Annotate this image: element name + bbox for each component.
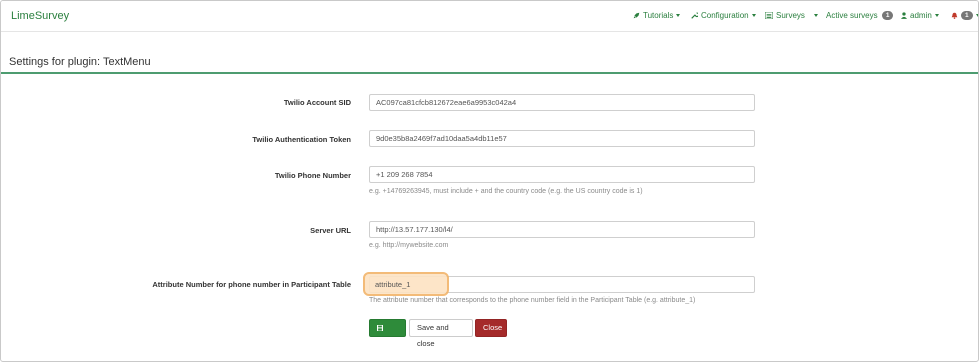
account-sid-label: Twilio Account SID [283, 98, 351, 107]
phone-number-label: Twilio Phone Number [274, 171, 351, 180]
save-button[interactable]: Save [369, 319, 406, 349]
chevron-down-icon [934, 14, 939, 18]
list-icon [764, 11, 774, 21]
nav-active-surveys[interactable]: Active surveys 1 [826, 11, 894, 20]
attribute-number-help: The attribute number that corresponds to… [369, 297, 696, 304]
chevron-down-icon [676, 14, 681, 18]
chevron-down-icon [975, 14, 978, 18]
bell-icon [951, 12, 958, 21]
user-icon [901, 12, 907, 21]
server-url-input[interactable]: http://13.57.177.130/l4/ [369, 221, 755, 238]
nav-configuration[interactable]: Configuration [691, 11, 756, 21]
app-frame: LimeSurvey Tutorials Configuration Surve… [0, 0, 979, 362]
auth-token-label: Twilio Authentication Token [252, 135, 351, 144]
close-button[interactable]: Close [475, 319, 507, 337]
nav-user-label: admin [910, 11, 932, 20]
brand-logo[interactable]: LimeSurvey [11, 10, 69, 22]
save-button-label: Save [377, 340, 395, 349]
account-sid-input[interactable]: AC097ca81cfcb812672eae6a9953c042a4 [369, 94, 755, 111]
nav-tutorials-label: Tutorials [643, 11, 674, 20]
chevron-down-icon [751, 14, 756, 18]
notifications-badge: 1 [961, 11, 973, 20]
wrench-icon [691, 12, 700, 21]
auth-token-input[interactable]: 9d0e35b8a2469f7ad10daa5a4db11e57 [369, 130, 755, 147]
nav-surveys-label: Surveys [776, 11, 805, 20]
rocket-icon [633, 12, 640, 21]
nav-active-surveys-label: Active surveys [826, 11, 878, 20]
server-url-help: e.g. http://mywebsite.com [369, 242, 449, 249]
chevron-down-icon [814, 14, 818, 18]
save-and-close-button[interactable]: Save and close [409, 319, 473, 348]
save-icon [377, 321, 383, 337]
server-url-label: Server URL [310, 226, 351, 235]
nav-surveys[interactable]: Surveys [764, 11, 805, 21]
top-navbar: LimeSurvey Tutorials Configuration Surve… [1, 1, 978, 32]
page-title: Settings for plugin: TextMenu [9, 56, 151, 68]
phone-number-input[interactable]: +1 209 268 7854 [369, 166, 755, 183]
nav-surveys-dropdown[interactable] [811, 11, 818, 20]
attribute-number-label: Attribute Number for phone number in Par… [152, 280, 351, 289]
nav-tutorials[interactable]: Tutorials [633, 11, 681, 21]
nav-user[interactable]: admin [901, 11, 939, 21]
nav-configuration-label: Configuration [701, 11, 749, 20]
nav-notifications[interactable]: 1 [951, 11, 978, 21]
attribute-number-value: attribute_1 [375, 280, 411, 289]
active-surveys-badge: 1 [881, 11, 894, 20]
phone-number-help: e.g. +14769263945, must include + and th… [369, 188, 643, 195]
title-divider [1, 72, 978, 74]
